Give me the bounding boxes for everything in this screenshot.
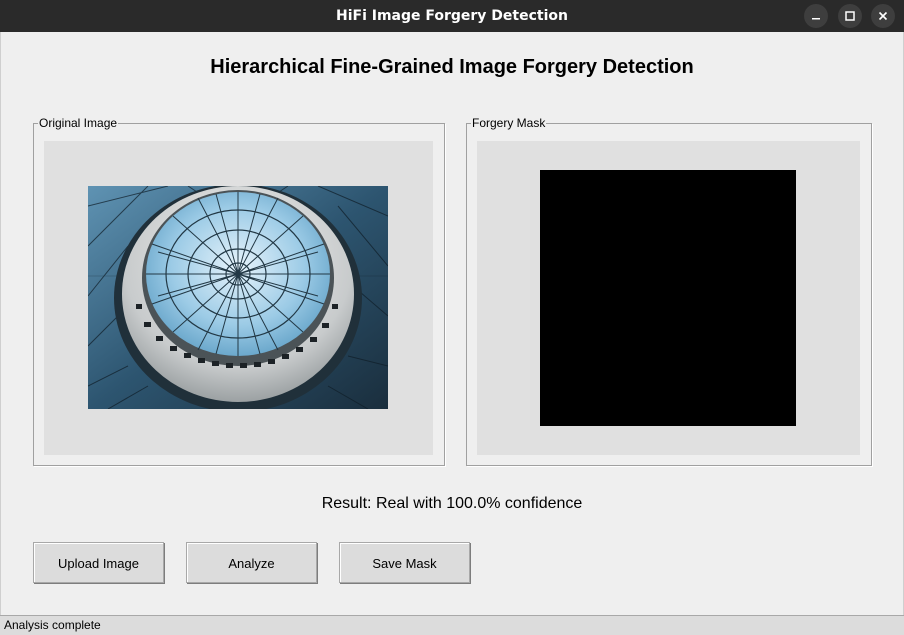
original-image-label: Original Image (38, 116, 119, 130)
forgery-mask-panel: Forgery Mask (466, 116, 872, 466)
minimize-button[interactable] (804, 4, 828, 28)
original-image-canvas (44, 141, 433, 455)
title-bar: HiFi Image Forgery Detection (0, 0, 904, 32)
save-mask-button[interactable]: Save Mask (339, 542, 470, 583)
forgery-mask-image (540, 170, 796, 426)
result-text: Result: Real with 100.0% confidence (321, 495, 583, 512)
analyze-button[interactable]: Analyze (186, 542, 317, 583)
maximize-icon (845, 11, 855, 21)
page-title: Hierarchical Fine-Grained Image Forgery … (210, 56, 694, 78)
original-image (88, 186, 388, 409)
close-icon (878, 11, 888, 21)
close-button[interactable] (871, 4, 895, 28)
status-text: Analysis complete (4, 618, 101, 632)
forgery-mask-label: Forgery Mask (471, 116, 547, 130)
upload-image-button[interactable]: Upload Image (33, 542, 164, 583)
minimize-icon (812, 18, 820, 20)
window-title: HiFi Image Forgery Detection (335, 8, 568, 24)
original-image-panel: Original Image (33, 116, 445, 466)
status-bar: Analysis complete (0, 615, 904, 635)
maximize-button[interactable] (838, 4, 862, 28)
forgery-mask-canvas (477, 141, 860, 455)
